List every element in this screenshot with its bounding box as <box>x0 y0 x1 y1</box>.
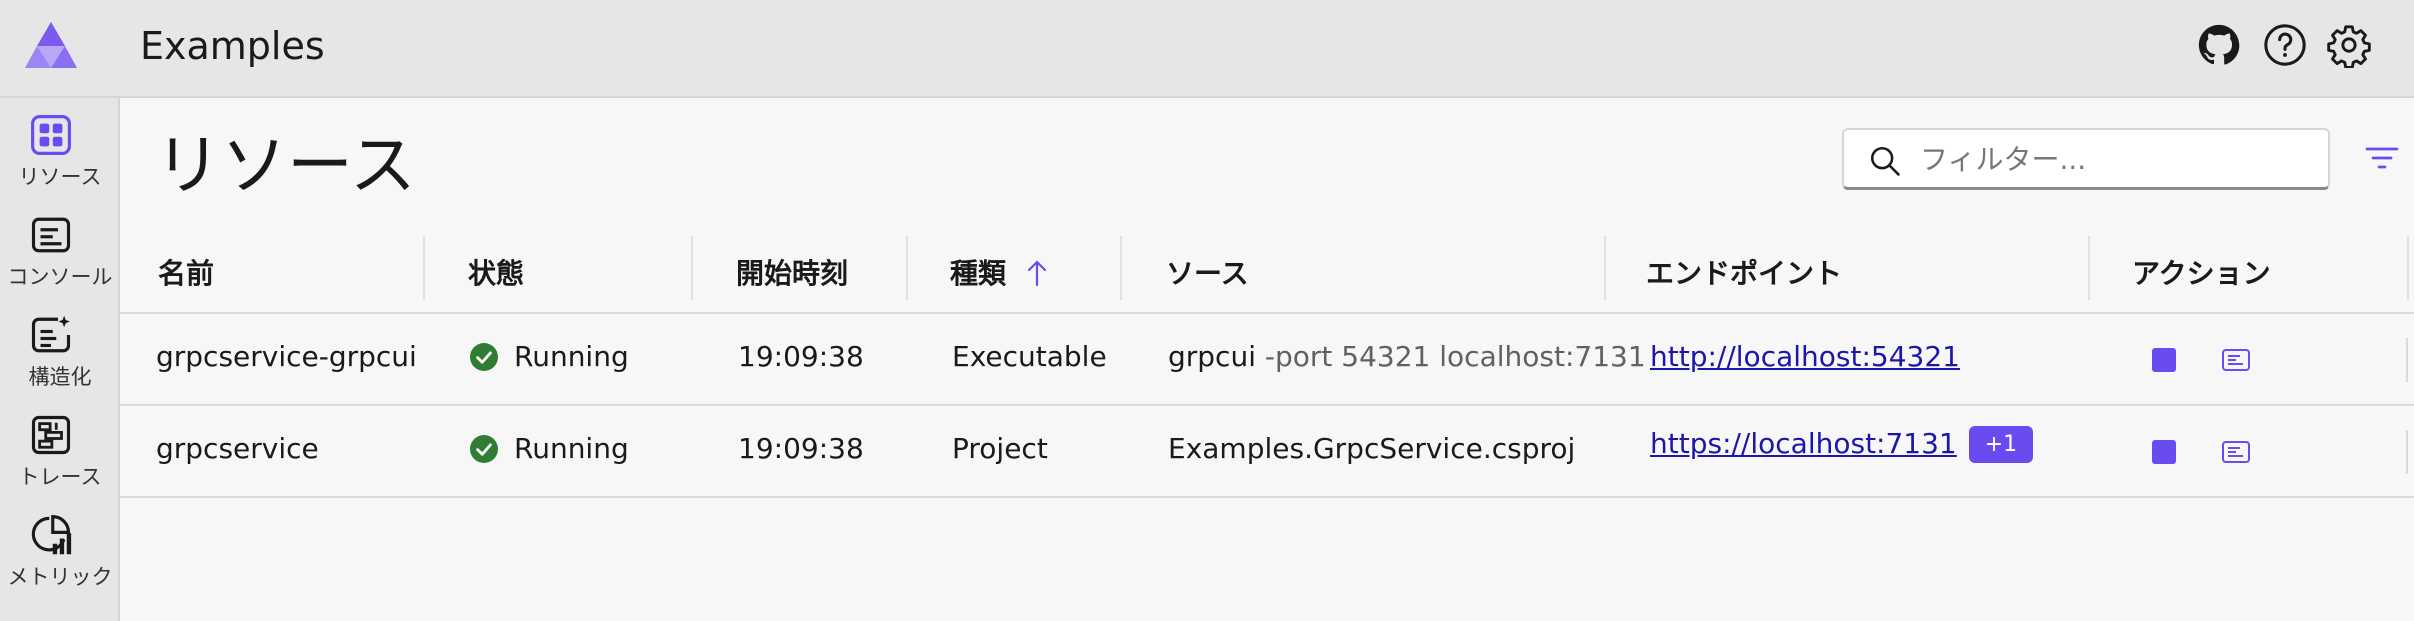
sidebar-item-console[interactable]: コンソール <box>0 206 120 298</box>
stop-icon[interactable] <box>2146 342 2182 378</box>
source-command: grpcui <box>1168 340 1256 373</box>
aspire-logo-icon[interactable] <box>25 22 77 70</box>
column-header-source[interactable]: ソース <box>1166 252 1249 292</box>
resources-icon <box>31 115 71 155</box>
more-endpoints-badge[interactable]: +1 <box>1968 426 2034 463</box>
source-args: -port 54321 localhost:7131 <box>1264 340 1646 373</box>
start-time: 19:09:38 <box>738 340 864 373</box>
help-icon[interactable] <box>2262 22 2308 68</box>
column-resizer[interactable] <box>1604 236 1606 300</box>
sidebar-item-label: トレース <box>18 465 102 489</box>
structured-logs-icon <box>31 315 71 353</box>
resource-state: Running <box>470 340 629 373</box>
resources-table: 名前 状態 開始時刻 種類 ソース エンドポイント アクション grpcserv… <box>120 232 2414 498</box>
resource-source: Examples.GrpcService.csproj <box>1168 432 1576 465</box>
resource-type: Executable <box>952 340 1107 373</box>
filter-search[interactable] <box>1842 128 2330 190</box>
start-time: 19:09:38 <box>738 432 864 465</box>
column-header-endpoints[interactable]: エンドポイント <box>1646 252 1842 292</box>
column-resizer[interactable] <box>2407 236 2409 300</box>
sidebar-item-metrics[interactable]: メトリック <box>0 506 120 598</box>
filter-input[interactable] <box>1920 138 2300 180</box>
action-divider <box>2406 338 2408 382</box>
sidebar-item-label: コンソール <box>7 265 113 289</box>
column-header-type-label: 種類 <box>950 257 1007 290</box>
sidebar-nav: リソース コンソール 構造化 トレース メトリック <box>0 98 120 621</box>
column-resizer[interactable] <box>2088 236 2090 300</box>
running-check-icon <box>470 435 498 463</box>
column-header-name[interactable]: 名前 <box>158 252 214 292</box>
sidebar-item-label: リソース <box>18 165 102 189</box>
metrics-icon <box>31 515 72 555</box>
filter-options-icon[interactable] <box>2364 140 2400 176</box>
console-logs-icon[interactable] <box>2218 342 2254 378</box>
search-icon <box>1870 146 1900 176</box>
github-icon[interactable] <box>2196 22 2242 68</box>
endpoint-link[interactable]: http://localhost:54321 <box>1650 340 1960 373</box>
settings-icon[interactable] <box>2326 22 2372 68</box>
column-resizer[interactable] <box>423 236 425 300</box>
sidebar-item-traces[interactable]: トレース <box>0 406 120 498</box>
running-check-icon <box>470 343 498 371</box>
sidebar-item-label: 構造化 <box>28 365 92 389</box>
state-label: Running <box>514 432 629 465</box>
resource-source: grpcui -port 54321 localhost:7131 <box>1168 340 1646 373</box>
sidebar-item-label: メトリック <box>7 565 113 589</box>
state-label: Running <box>514 340 629 373</box>
endpoint-link[interactable]: https://localhost:7131 <box>1650 427 1957 460</box>
top-header: Examples <box>0 0 2414 98</box>
console-icon <box>31 217 71 253</box>
sidebar-item-resources[interactable]: リソース <box>0 106 120 198</box>
table-row[interactable]: grpcservice Running 19:09:38 Project Exa… <box>120 406 2414 498</box>
action-divider <box>2406 430 2408 474</box>
column-resizer[interactable] <box>1120 236 1122 300</box>
resource-state: Running <box>470 432 629 465</box>
resource-endpoints: http://localhost:54321 <box>1650 340 1960 373</box>
stop-icon[interactable] <box>2146 434 2182 470</box>
resource-name: grpcservice <box>156 432 319 465</box>
column-resizer[interactable] <box>906 236 908 300</box>
resource-name: grpcservice-grpcui <box>156 340 417 373</box>
app-title: Examples <box>140 24 325 68</box>
column-header-actions[interactable]: アクション <box>2132 252 2271 292</box>
console-logs-icon[interactable] <box>2218 434 2254 470</box>
sidebar-item-structured[interactable]: 構造化 <box>0 306 120 398</box>
sort-ascending-icon <box>1027 260 1046 287</box>
table-header: 名前 状態 開始時刻 種類 ソース エンドポイント アクション <box>120 232 2414 314</box>
resource-type: Project <box>952 432 1048 465</box>
column-header-state[interactable]: 状態 <box>468 252 524 292</box>
resource-endpoints: https://localhost:7131 +1 <box>1650 426 2034 463</box>
column-resizer[interactable] <box>691 236 693 300</box>
traces-icon <box>31 415 71 455</box>
column-header-type[interactable]: 種類 <box>950 252 1048 292</box>
page-title: リソース <box>155 127 416 204</box>
column-header-start-time[interactable]: 開始時刻 <box>736 252 848 292</box>
table-row[interactable]: grpcservice-grpcui Running 19:09:38 Exec… <box>120 314 2414 406</box>
